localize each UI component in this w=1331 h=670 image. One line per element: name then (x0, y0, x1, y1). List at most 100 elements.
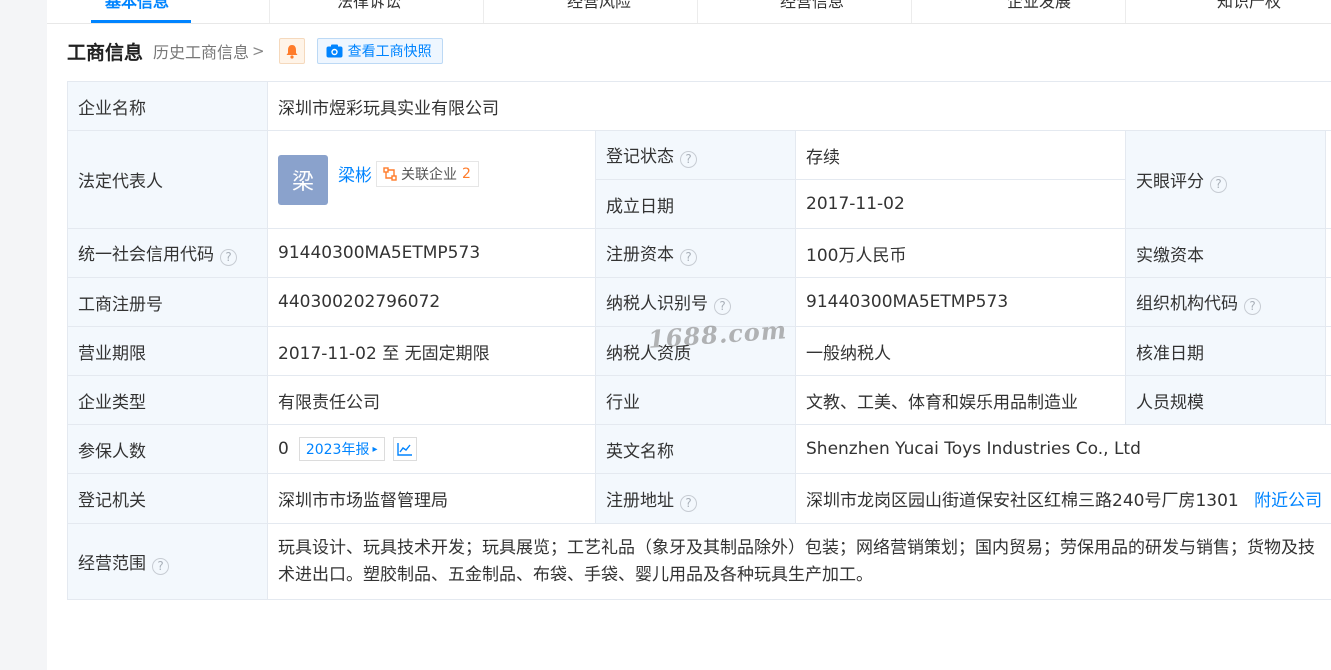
company-name-label: 企业名称 (67, 81, 268, 131)
scope-value: 玩具设计、玩具技术开发；玩具展览；工艺礼品（象牙及其制品除外）包装；网络营销策划… (266, 523, 1331, 600)
insured-label: 参保人数 (67, 424, 268, 474)
line-chart-icon (396, 443, 412, 456)
related-companies-count: 2 (462, 165, 471, 182)
reg-authority-value: 深圳市市场监督管理局 (267, 473, 596, 524)
taxpayer-qual-label: 纳税人资质 (595, 326, 796, 376)
approval-date-label: 核准日期 (1125, 326, 1326, 376)
tab-divider (483, 0, 484, 23)
reg-status-value: 存续 (795, 130, 1126, 180)
tab-divider (269, 0, 270, 23)
reg-capital-label: 注册资本? (595, 228, 796, 278)
trend-chart-button[interactable] (392, 437, 417, 461)
reg-address-label: 注册地址? (595, 473, 796, 524)
credit-code-value: 91440300MA5ETMP573 (267, 228, 596, 278)
help-icon[interactable]: ? (152, 557, 169, 575)
scope-label: 经营范围? (67, 523, 268, 600)
est-date-label: 成立日期 (595, 179, 796, 229)
view-snapshot-label: 查看工商快照 (347, 44, 432, 60)
reg-address-cell: 深圳市龙岗区园山街道保安社区红棉三路240号厂房1301 附近公司 (794, 473, 1331, 524)
view-snapshot-button[interactable]: 查看工商快照 (316, 38, 443, 64)
table-row: 登记机关 深圳市市场监督管理局 注册地址? 深圳市龙岗区园山街道保安社区红棉三路… (67, 473, 1331, 524)
nearby-companies-link[interactable]: 附近公司 (1254, 491, 1322, 511)
org-chart-icon (383, 166, 397, 181)
annual-report-dropdown[interactable]: 2023年报 ▸ (298, 437, 385, 461)
tab-development[interactable]: 企业发展 (1007, 0, 1071, 18)
paid-capital-value (1324, 228, 1331, 278)
monitor-bell-button[interactable] (278, 38, 305, 64)
table-row: 统一社会信用代码? 91440300MA5ETMP573 注册资本? 100万人… (67, 228, 1331, 278)
staff-size-value (1324, 375, 1331, 425)
staff-size-label: 人员规模 (1125, 375, 1326, 425)
company-name-value: 深圳市煜彩玩具实业有限公司 (266, 81, 1331, 131)
insured-cell: 0 2023年报 ▸ (267, 424, 596, 474)
biz-reg-no-value: 440300202796072 (267, 277, 596, 327)
insured-count: 0 (278, 439, 289, 459)
biz-term-value: 2017-11-02 至 无固定期限 (267, 326, 596, 376)
biz-reg-no-label: 工商注册号 (67, 277, 268, 327)
history-info-link[interactable]: 历史工商信息 > (153, 39, 265, 63)
org-code-label: 组织机构代码? (1125, 277, 1326, 327)
history-info-label: 历史工商信息 (153, 43, 250, 62)
reg-capital-value: 100万人民币 (795, 228, 1126, 278)
biz-term-label: 营业期限 (67, 326, 268, 376)
help-icon[interactable]: ? (680, 151, 697, 168)
related-companies-label: 关联企业 (401, 166, 457, 183)
business-info-table: 企业名称 深圳市煜彩玩具实业有限公司 法定代表人 梁 梁彬 关联企业 2 登记状… (67, 81, 1331, 600)
help-icon[interactable]: ? (220, 249, 237, 266)
caret-right-icon: ▸ (372, 443, 378, 455)
section-header: 工商信息 历史工商信息 > 查看工商快照 (67, 36, 443, 66)
english-name-label: 英文名称 (595, 424, 796, 474)
annual-report-label: 2023年报 (305, 442, 370, 458)
related-companies-badge[interactable]: 关联企业 2 (376, 160, 479, 187)
avatar[interactable]: 梁 (278, 154, 328, 205)
help-icon[interactable]: ? (680, 494, 697, 512)
tab-divider (1125, 0, 1126, 23)
help-icon[interactable]: ? (714, 298, 731, 315)
company-info-panel: 基本信息 法律诉讼 经营风险 经营信息 企业发展 知识产权 工商信息 历史工商信… (47, 0, 1331, 670)
reg-address-value: 深圳市龙岗区园山街道保安社区红棉三路240号厂房1301 (806, 491, 1239, 511)
legal-rep-label: 法定代表人 (67, 130, 268, 229)
chevron-right-icon: > (252, 42, 265, 60)
tab-ip[interactable]: 知识产权 (1217, 0, 1281, 18)
tianyan-score-value (1324, 130, 1331, 229)
tianyan-score-label: 天眼评分? (1125, 130, 1326, 229)
tab-basic-info[interactable]: 基本信息 (105, 0, 169, 18)
est-date-value: 2017-11-02 (795, 179, 1126, 229)
table-row: 企业类型 有限责任公司 行业 文教、工美、体育和娱乐用品制造业 人员规模 (67, 375, 1331, 425)
taxpayer-qual-value: 一般纳税人 (795, 326, 1126, 376)
table-row: 法定代表人 梁 梁彬 关联企业 2 登记状态? 存续 天眼评分 ? (67, 130, 1331, 229)
table-row: 参保人数 0 2023年报 ▸ 英文名称 Shenzhen Yucai Toys… (67, 424, 1331, 474)
company-type-label: 企业类型 (67, 375, 268, 425)
taxpayer-id-label: 纳税人识别号? (595, 277, 796, 327)
help-icon[interactable]: ? (1244, 298, 1261, 315)
approval-date-value (1324, 326, 1331, 376)
table-row: 企业名称 深圳市煜彩玩具实业有限公司 (67, 81, 1331, 131)
reg-status-label: 登记状态? (595, 130, 796, 180)
table-row: 经营范围? 玩具设计、玩具技术开发；玩具展览；工艺礼品（象牙及其制品除外）包装；… (67, 523, 1331, 600)
tab-legal[interactable]: 法律诉讼 (337, 0, 401, 18)
camera-icon (326, 44, 343, 58)
reg-authority-label: 登记机关 (67, 473, 268, 524)
help-icon[interactable]: ? (680, 249, 697, 266)
taxpayer-id-value: 91440300MA5ETMP573 (795, 277, 1126, 327)
bell-icon (286, 44, 298, 59)
legal-rep-link[interactable]: 梁彬 (338, 161, 372, 186)
section-title: 工商信息 (67, 41, 144, 64)
active-tab-indicator (91, 20, 191, 23)
tab-operation[interactable]: 经营信息 (780, 0, 844, 18)
industry-label: 行业 (595, 375, 796, 425)
industry-value: 文教、工美、体育和娱乐用品制造业 (795, 375, 1126, 425)
table-row: 营业期限 2017-11-02 至 无固定期限 纳税人资质 一般纳税人 核准日期 (67, 326, 1331, 376)
org-code-value (1324, 277, 1331, 327)
credit-code-label: 统一社会信用代码? (67, 228, 268, 278)
table-row: 工商注册号 440300202796072 纳税人识别号? 91440300MA… (67, 277, 1331, 327)
tab-divider (911, 0, 912, 23)
paid-capital-label: 实缴资本 (1125, 228, 1326, 278)
help-icon[interactable]: ? (1210, 175, 1227, 193)
tab-bar: 基本信息 法律诉讼 经营风险 经营信息 企业发展 知识产权 (47, 0, 1331, 24)
legal-rep-cell: 梁 梁彬 关联企业 2 (267, 130, 596, 229)
tab-divider (697, 0, 698, 23)
english-name-value: Shenzhen Yucai Toys Industries Co., Ltd (794, 424, 1331, 474)
tab-risk[interactable]: 经营风险 (567, 0, 631, 18)
company-type-value: 有限责任公司 (267, 375, 596, 425)
